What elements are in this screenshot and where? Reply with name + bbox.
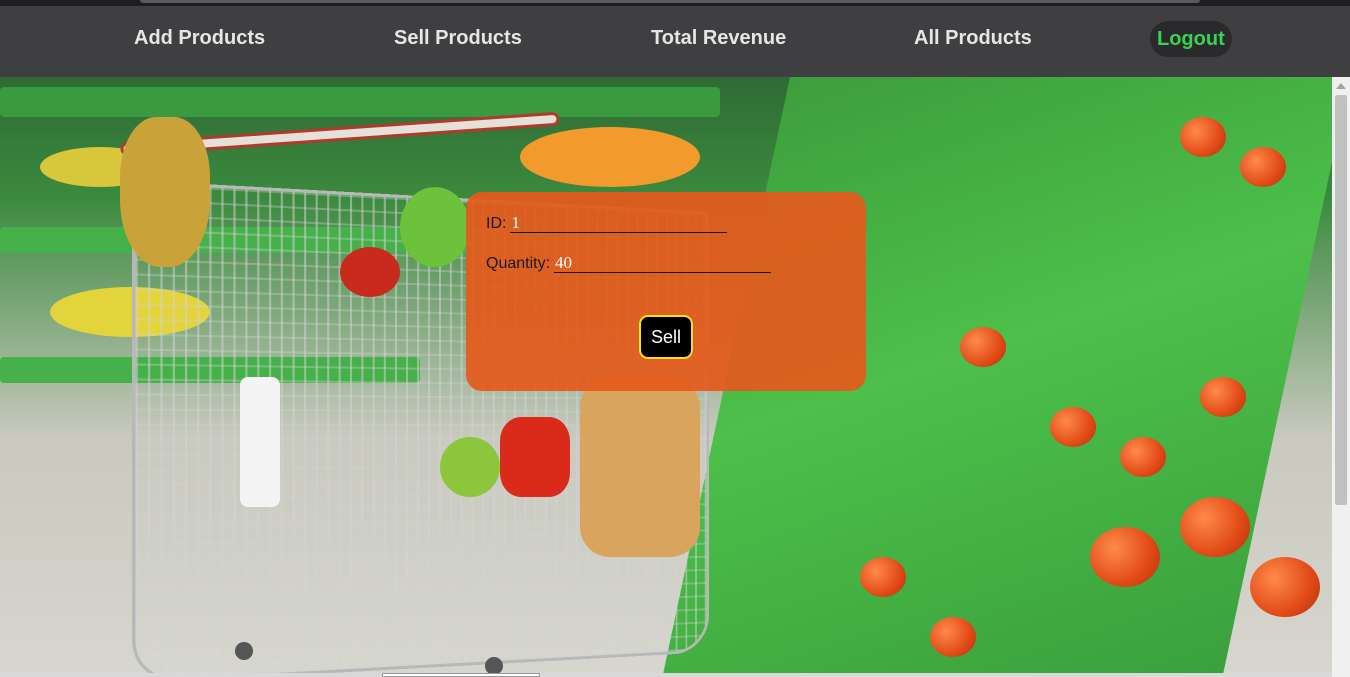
logout-button[interactable]: Logout xyxy=(1150,21,1232,57)
tomato xyxy=(960,327,1006,367)
tomato xyxy=(1240,147,1286,187)
quantity-input[interactable] xyxy=(554,253,772,273)
quantity-row: Quantity: xyxy=(486,253,772,273)
apple xyxy=(440,437,500,497)
id-input[interactable] xyxy=(510,213,728,233)
tomato xyxy=(1120,437,1166,477)
bottom-bar xyxy=(0,673,1332,677)
sell-button[interactable]: Sell xyxy=(639,315,693,359)
page-scrollbar[interactable] xyxy=(1332,77,1350,677)
cart-wheel xyxy=(235,642,253,660)
shelf xyxy=(0,87,720,117)
produce xyxy=(520,127,700,187)
scroll-up-arrow-icon[interactable] xyxy=(1336,83,1346,89)
quantity-label: Quantity: xyxy=(486,255,551,272)
nav-total-revenue[interactable]: Total Revenue xyxy=(651,27,786,50)
tomato xyxy=(1200,377,1246,417)
id-row: ID: xyxy=(486,213,728,233)
id-label: ID: xyxy=(486,215,507,232)
tomato xyxy=(1050,407,1096,447)
tomato xyxy=(930,617,976,657)
nav-add-products[interactable]: Add Products xyxy=(134,27,265,50)
tomato xyxy=(1250,557,1320,617)
pineapple xyxy=(120,117,210,267)
nav-all-products[interactable]: All Products xyxy=(914,27,1032,50)
tomato xyxy=(1090,527,1160,587)
scroll-thumb[interactable] xyxy=(1335,95,1347,505)
tomato xyxy=(1180,497,1250,557)
nav-sell-products[interactable]: Sell Products xyxy=(394,27,522,50)
lettuce xyxy=(400,187,470,267)
bottom-tab xyxy=(382,673,540,677)
milk-bottle xyxy=(240,377,280,507)
address-bar-edge xyxy=(140,0,1200,3)
bread xyxy=(580,377,700,557)
sell-product-form: ID: Quantity: Sell xyxy=(466,192,866,391)
tomato xyxy=(1180,117,1226,157)
tomato xyxy=(860,557,906,597)
pepper xyxy=(500,417,570,497)
navbar: Add Products Sell Products Total Revenue… xyxy=(0,6,1350,77)
apple xyxy=(340,247,400,297)
